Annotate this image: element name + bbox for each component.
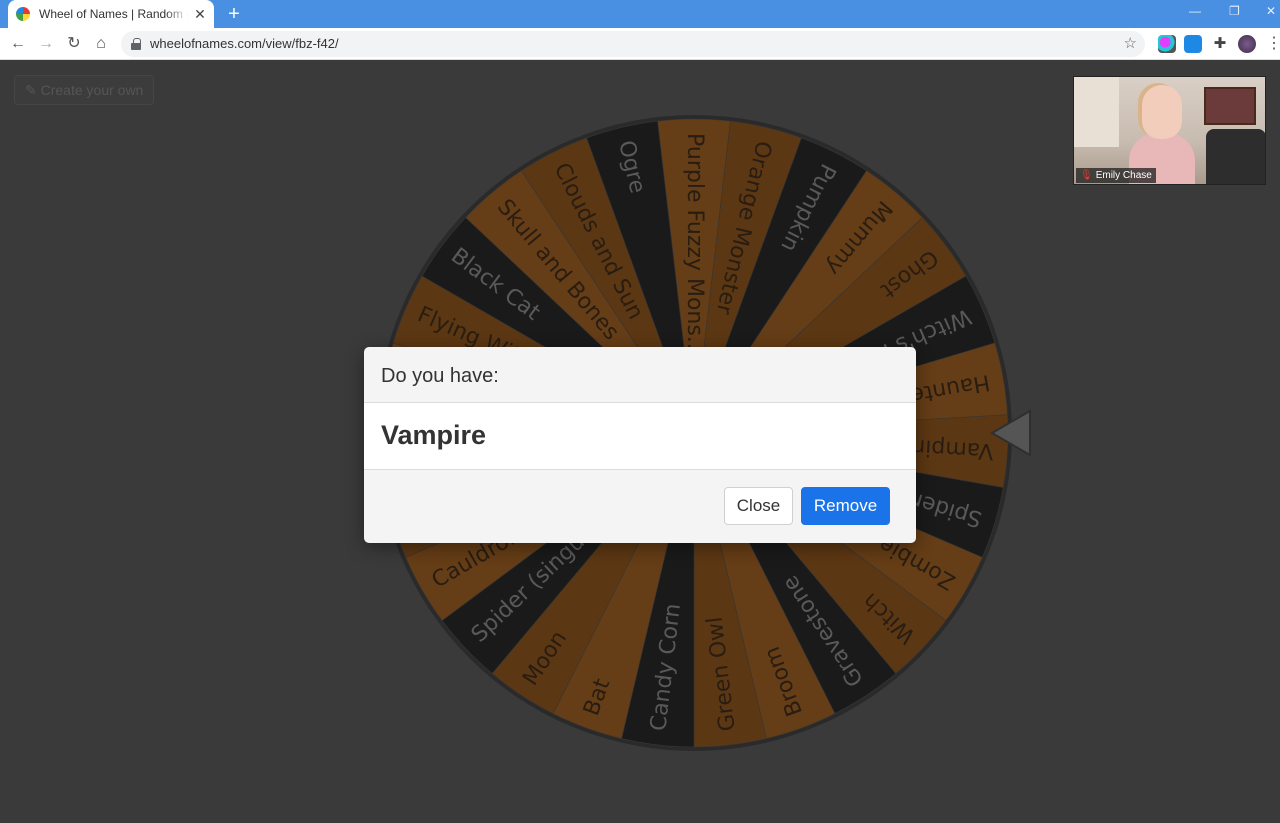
- extensions-puzzle-icon[interactable]: ✚: [1211, 35, 1229, 53]
- profile-avatar[interactable]: [1238, 35, 1256, 53]
- lock-icon: [131, 38, 141, 50]
- dialog-header: Do you have:: [364, 347, 916, 403]
- tab-strip: Wheel of Names | Random name picker ✕ + …: [0, 0, 1280, 28]
- menu-icon[interactable]: ⋮: [1266, 34, 1280, 54]
- reload-icon[interactable]: ↻: [64, 34, 84, 54]
- home-icon[interactable]: ⌂: [91, 34, 111, 54]
- extension-icon-2[interactable]: [1184, 35, 1202, 53]
- back-icon[interactable]: ←: [8, 34, 28, 54]
- winner-dialog: Do you have: Vampire Close Remove: [364, 347, 916, 543]
- minimize-icon[interactable]: —: [1189, 4, 1201, 18]
- browser-tab[interactable]: Wheel of Names | Random name picker ✕: [8, 0, 214, 28]
- dialog-footer: Close Remove: [364, 470, 916, 543]
- tab-title: Wheel of Names | Random name picker: [39, 7, 188, 21]
- extension-icon[interactable]: [1158, 35, 1176, 53]
- address-bar[interactable]: wheelofnames.com/view/fbz-f42/ ☆: [121, 31, 1145, 57]
- new-tab-button[interactable]: +: [224, 3, 244, 25]
- restore-icon[interactable]: ❐: [1229, 4, 1240, 18]
- url-text: wheelofnames.com/view/fbz-f42/: [150, 36, 339, 51]
- winner-name: Vampire: [364, 403, 916, 470]
- browser-toolbar: ← → ↻ ⌂ wheelofnames.com/view/fbz-f42/ ☆…: [0, 28, 1280, 60]
- forward-icon[interactable]: →: [36, 34, 56, 54]
- bookmark-star-icon[interactable]: ☆: [1124, 34, 1137, 52]
- window-close-icon[interactable]: ✕: [1266, 4, 1276, 18]
- wheel-favicon-icon: [16, 7, 30, 21]
- page-content: ✎ Create your own Purple Fuzzy Mons...Or…: [0, 61, 1280, 823]
- close-button[interactable]: Close: [724, 487, 793, 525]
- close-tab-icon[interactable]: ✕: [194, 6, 206, 23]
- remove-button[interactable]: Remove: [801, 487, 890, 525]
